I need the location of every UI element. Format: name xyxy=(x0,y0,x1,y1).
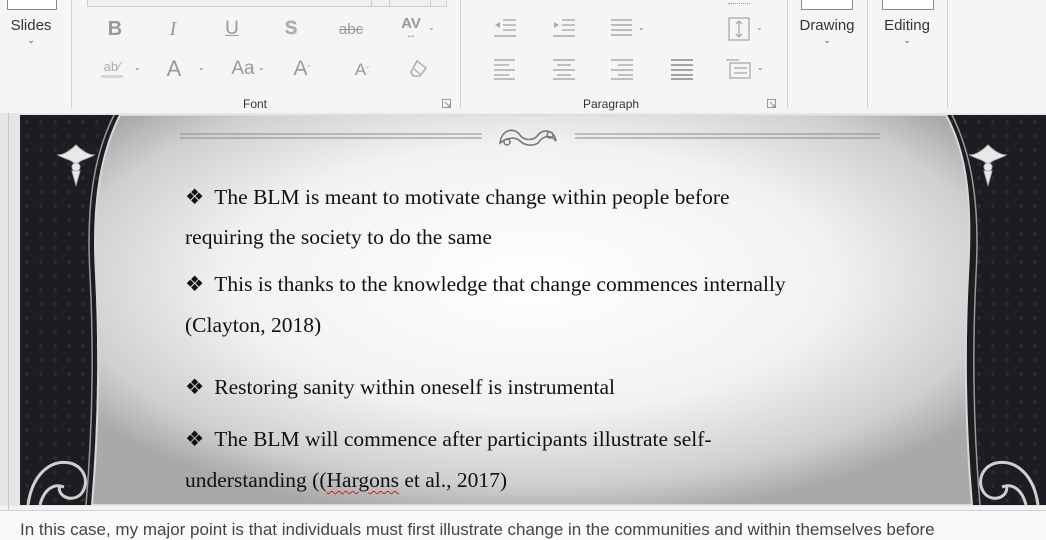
drawing-button[interactable]: Drawing ⌄ xyxy=(795,17,859,46)
paragraph-group-label: Paragraph xyxy=(583,97,640,111)
drawing-chevron-down-icon: ⌄ xyxy=(823,35,831,45)
strikethrough-icon[interactable]: abc xyxy=(336,16,366,42)
clear-formatting-icon[interactable] xyxy=(405,56,433,82)
bullet-continuation: requiring the society to do the same xyxy=(185,225,492,249)
slides-label: Slides xyxy=(10,17,52,34)
bullet-item: ❖ Restoring sanity within oneself is inst… xyxy=(185,367,615,408)
bullet-text: Restoring sanity within oneself is instr… xyxy=(214,375,615,399)
decrease-indent-icon[interactable] xyxy=(493,17,517,44)
font-color-dropdown-icon[interactable]: ⌄ xyxy=(198,63,205,72)
bullet-text: The BLM is meant to motivate change with… xyxy=(214,185,730,209)
align-right-icon[interactable] xyxy=(610,58,634,85)
italic-icon[interactable]: I xyxy=(160,16,186,42)
change-case-dropdown-icon[interactable]: ⌄ xyxy=(258,63,265,72)
center-icon[interactable] xyxy=(552,58,576,85)
bullet-item: ❖ This is thanks to the knowledge that ch… xyxy=(185,264,786,305)
group-divider xyxy=(787,0,788,108)
align-text-dropdown-icon[interactable]: ⌄ xyxy=(757,63,764,72)
change-case-icon[interactable]: Aa xyxy=(228,56,258,82)
font-group-label: Font xyxy=(243,97,268,111)
group-divider xyxy=(460,0,461,108)
line-spacing-dropdown-icon[interactable]: ⌄ xyxy=(638,23,645,32)
slides-button[interactable]: Slides ⌄ xyxy=(5,17,57,46)
bullet-item: ❖ The BLM will commence after participant… xyxy=(185,419,712,460)
ribbon: Slides ⌄ B I U S abc AV ↔ ⌄ ab∕ ⌄ A ⌄ Aa… xyxy=(0,0,1046,114)
character-spacing-dropdown-icon[interactable]: ⌄ xyxy=(428,23,435,32)
line-spacing-icon[interactable] xyxy=(610,17,634,44)
notes-text[interactable]: In this case, my major point is that ind… xyxy=(20,520,935,540)
slide-canvas[interactable]: ❖ The BLM is meant to motivate change wit… xyxy=(20,115,1046,505)
bullet-text: This is thanks to the knowledge that cha… xyxy=(214,272,786,296)
bullet-continuation: (Clayton, 2018) xyxy=(185,313,322,337)
shadow-icon[interactable]: S xyxy=(278,16,304,42)
bullet-diamond-icon: ❖ xyxy=(185,185,205,209)
editing-button[interactable]: Editing ⌄ xyxy=(876,17,938,46)
character-spacing-icon[interactable]: AV ↔ xyxy=(397,14,425,42)
editing-chevron-down-icon: ⌄ xyxy=(903,35,911,45)
text-direction-icon[interactable] xyxy=(727,16,751,47)
slides-button-box[interactable] xyxy=(7,0,57,10)
drawing-button-box[interactable] xyxy=(801,0,853,10)
highlight-icon[interactable]: ab∕ xyxy=(98,56,126,82)
text-direction-dropdown-icon[interactable]: ⌄ xyxy=(756,23,763,32)
font-name-box-edge[interactable] xyxy=(87,0,447,7)
bold-icon[interactable]: B xyxy=(102,16,128,42)
spelling-error-word: Hargons xyxy=(326,468,399,492)
bullet-continuation: understanding ((Hargons et al., 2017) xyxy=(185,468,508,492)
drawing-label: Drawing xyxy=(799,17,855,34)
font-dialog-launcher-icon[interactable] xyxy=(442,99,452,109)
highlight-dropdown-icon[interactable]: ⌄ xyxy=(134,63,141,72)
increase-indent-icon[interactable] xyxy=(552,17,576,44)
bullet-diamond-icon: ❖ xyxy=(185,272,205,296)
editing-label: Editing xyxy=(884,17,930,34)
bullet-item: ❖ The BLM is meant to motivate change wit… xyxy=(185,177,730,218)
notes-pane[interactable]: In this case, my major point is that ind… xyxy=(0,510,1046,540)
font-color-icon[interactable]: A xyxy=(161,56,187,82)
group-divider xyxy=(867,0,868,108)
slides-chevron-down-icon: ⌄ xyxy=(27,35,35,45)
increase-font-size-icon[interactable]: Aˆ xyxy=(288,56,316,82)
editing-button-box[interactable] xyxy=(882,0,934,10)
bullet-diamond-icon: ❖ xyxy=(185,375,205,399)
align-left-icon[interactable] xyxy=(493,58,517,85)
bullet-diamond-icon: ❖ xyxy=(185,427,205,451)
bullet-text: The BLM will commence after participants… xyxy=(214,427,712,451)
decrease-font-size-icon[interactable]: Aˇ xyxy=(348,58,376,82)
justify-icon[interactable] xyxy=(670,58,694,85)
underline-icon[interactable]: U xyxy=(219,16,245,42)
group-divider xyxy=(71,0,72,108)
group-divider xyxy=(947,0,948,108)
paragraph-dialog-launcher-icon[interactable] xyxy=(767,99,777,109)
align-text-icon[interactable] xyxy=(725,58,753,85)
